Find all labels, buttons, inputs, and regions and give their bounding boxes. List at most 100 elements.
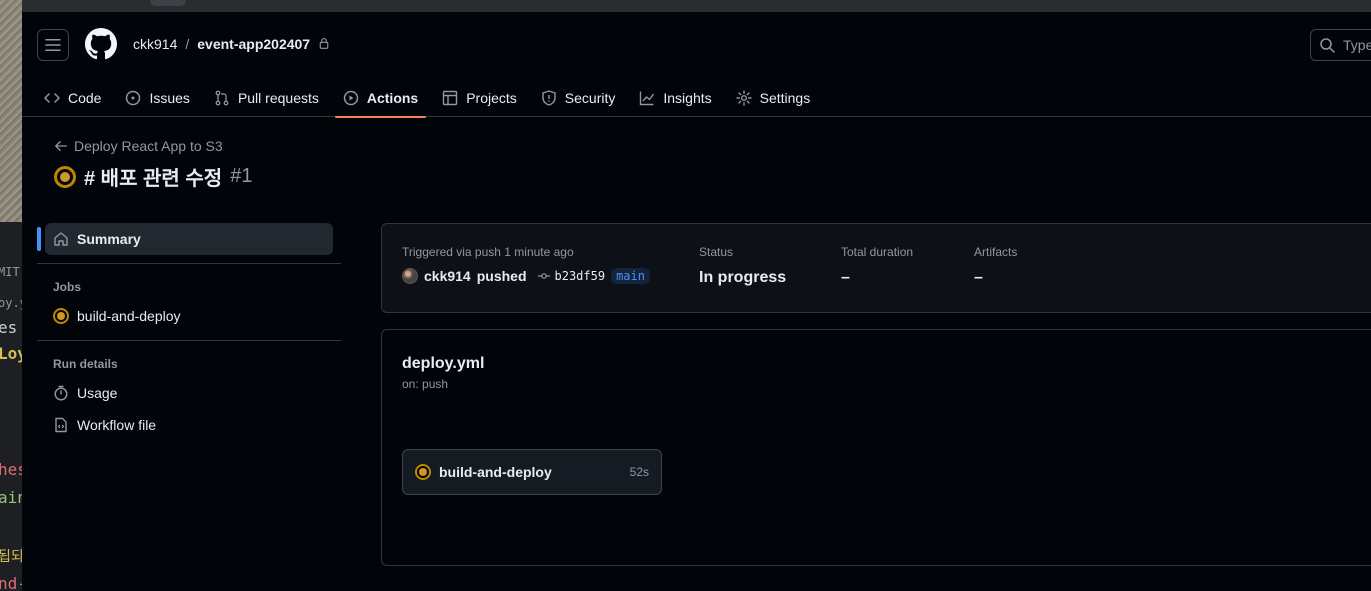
trigger-label: Triggered via push 1 minute ago <box>402 245 574 259</box>
lock-icon <box>318 36 330 52</box>
workflow-graph-card: deploy.yml on: push build-and-deploy 52s <box>381 329 1371 566</box>
sidebar-item-job[interactable]: build-and-deploy <box>37 300 341 332</box>
artifacts-label: Artifacts <box>974 245 1018 259</box>
sidebar-item-workflow-file[interactable]: Workflow file <box>37 409 341 441</box>
workflow-back-link[interactable]: Deploy React App to S3 <box>54 138 223 154</box>
tab-pull-requests[interactable]: Pull requests <box>206 78 327 118</box>
job-name: build-and-deploy <box>439 464 552 480</box>
tab-security[interactable]: Security <box>533 78 624 118</box>
run-summary-card: Triggered via push 1 minute ago ckk914 p… <box>381 223 1371 313</box>
status-label: Status <box>699 245 734 259</box>
github-window: ckk914 / event-app202407 Type Code Issue… <box>22 12 1371 591</box>
workflow-file-name: deploy.yml <box>402 355 485 372</box>
issue-opened-icon <box>126 90 141 106</box>
job-node[interactable]: build-and-deploy 52s <box>402 449 662 495</box>
background-text: nd- <box>0 574 22 591</box>
commit-sha: b23df59 <box>554 269 606 283</box>
breadcrumb: ckk914 / event-app202407 <box>133 36 330 52</box>
trigger-detail: ckk914 pushed b23df59 main <box>402 268 650 284</box>
sidebar-item-usage[interactable]: Usage <box>37 377 341 409</box>
tab-label: Security <box>564 90 616 106</box>
tab-code[interactable]: Code <box>36 78 109 118</box>
hamburger-icon <box>45 39 61 51</box>
background-window: MIT oy.y es a Loy hes ain 됩되 nd- <box>0 0 22 591</box>
github-logo-icon[interactable] <box>85 28 117 60</box>
background-text: oy.y <box>0 296 22 310</box>
hamburger-menu-button[interactable] <box>37 29 69 61</box>
global-header: ckk914 / event-app202407 Type Code Issue… <box>22 12 1371 118</box>
background-text: Loy <box>0 344 22 363</box>
duration-label: Total duration <box>841 245 914 259</box>
push-verb: pushed <box>476 268 527 284</box>
browser-tab[interactable] <box>150 0 186 6</box>
git-commit-icon <box>537 273 550 279</box>
sidebar-item-label: Workflow file <box>77 417 157 433</box>
run-page: Deploy React App to S3 # 배포 관련 수정 #1 Sum… <box>22 118 1371 591</box>
arrow-left-icon <box>55 140 67 152</box>
tab-issues[interactable]: Issues <box>117 78 197 118</box>
duration-info: Total duration – <box>841 245 913 287</box>
tab-label: Code <box>68 90 102 106</box>
status-info: Status In progress <box>699 245 786 287</box>
stopwatch-icon <box>54 385 68 401</box>
file-code-icon <box>55 417 67 433</box>
home-icon <box>54 232 68 246</box>
sidebar-item-label: build-and-deploy <box>77 308 181 324</box>
tab-label: Issues <box>149 90 190 106</box>
status-value: In progress <box>699 269 787 286</box>
browser-chrome <box>22 0 1371 12</box>
search-placeholder: Type <box>1343 37 1371 53</box>
tab-label: Actions <box>366 90 419 106</box>
actor-link[interactable]: ckk914 <box>424 268 471 284</box>
gear-icon <box>735 90 752 106</box>
play-icon <box>343 90 359 106</box>
background-text: 됩되 <box>0 549 22 565</box>
background-wallpaper <box>0 0 22 222</box>
branch-badge[interactable]: main <box>611 268 650 284</box>
workflow-name: Deploy React App to S3 <box>74 138 223 154</box>
commit-link[interactable]: b23df59 <box>537 269 606 283</box>
git-pull-request-icon <box>215 90 229 106</box>
repo-name-link[interactable]: event-app202407 <box>197 36 310 52</box>
repo-owner-link[interactable]: ckk914 <box>133 36 177 52</box>
table-icon <box>443 90 458 106</box>
run-title-text: # 배포 관련 수정 <box>84 168 223 190</box>
avatar[interactable] <box>402 268 418 284</box>
code-icon <box>44 93 60 103</box>
jobs-heading: Jobs <box>53 280 82 294</box>
sidebar-item-label: Usage <box>77 385 118 401</box>
breadcrumb-separator: / <box>185 36 190 52</box>
tab-insights[interactable]: Insights <box>631 78 719 118</box>
search-input[interactable]: Type <box>1310 29 1371 61</box>
tab-label: Projects <box>466 90 517 106</box>
repo-nav: Code Issues Pull requests Actions Projec… <box>36 78 826 118</box>
run-sidebar: Summary Jobs build-and-deploy Run detail… <box>37 223 341 441</box>
divider <box>37 340 341 341</box>
job-duration: 52s <box>629 465 649 479</box>
background-text: ain <box>0 488 22 507</box>
workflow-trigger: on: push <box>402 377 449 391</box>
tab-label: Pull requests <box>237 90 319 106</box>
background-text: MIT <box>0 265 20 279</box>
sidebar-item-summary[interactable]: Summary <box>37 223 333 255</box>
tab-actions[interactable]: Actions <box>334 78 427 118</box>
run-number: #1 <box>230 165 253 187</box>
artifacts-value: – <box>974 269 983 286</box>
graph-icon <box>640 91 655 106</box>
page-title: # 배포 관련 수정 #1 <box>54 162 252 191</box>
sidebar-item-label: Summary <box>77 231 141 247</box>
tab-projects[interactable]: Projects <box>434 78 525 118</box>
in-progress-icon <box>415 464 431 480</box>
in-progress-icon <box>54 165 76 188</box>
trigger-info: Triggered via push 1 minute ago ckk914 p… <box>402 245 650 284</box>
artifacts-info: Artifacts – <box>974 245 1017 287</box>
background-text: hes <box>0 460 22 479</box>
run-details-heading: Run details <box>53 357 118 371</box>
search-icon <box>1320 38 1335 53</box>
duration-value: – <box>841 269 850 286</box>
tab-settings[interactable]: Settings <box>728 78 819 118</box>
in-progress-icon <box>53 308 69 324</box>
tab-label: Settings <box>759 90 811 106</box>
shield-icon <box>542 90 556 106</box>
divider <box>37 263 341 264</box>
